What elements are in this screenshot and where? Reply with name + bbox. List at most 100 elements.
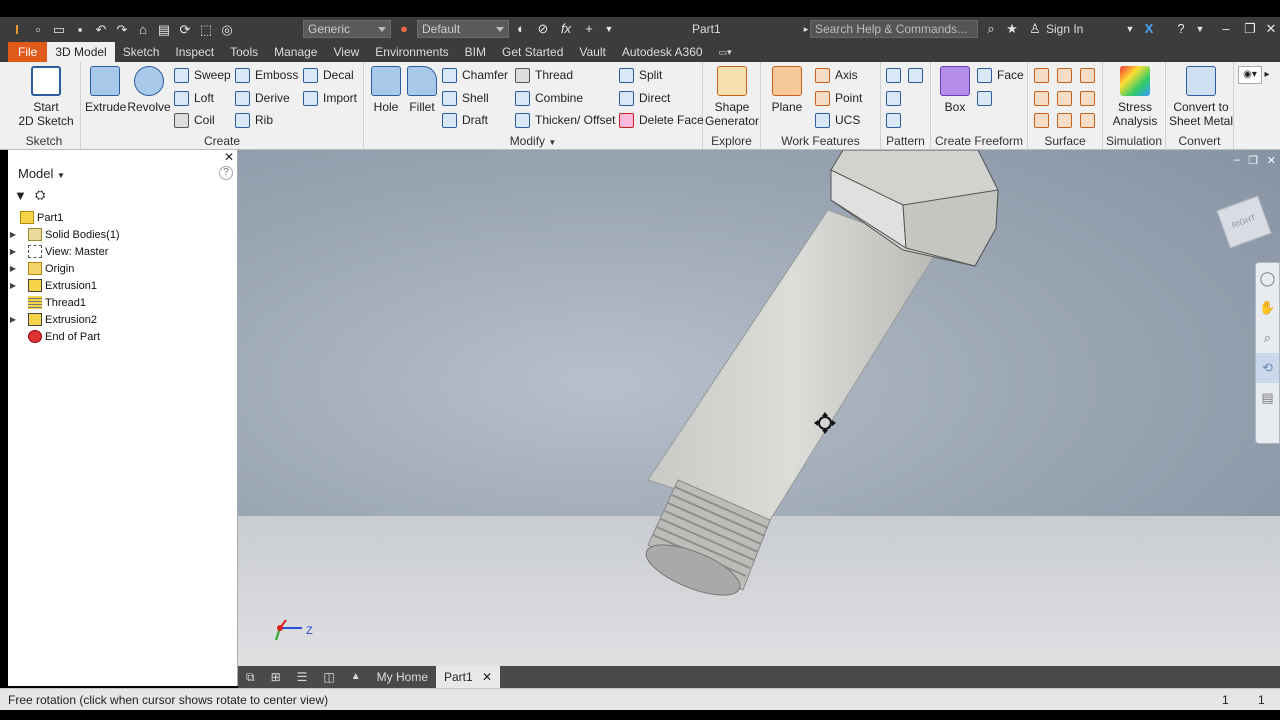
expand-arrow-icon[interactable]: ▶ [8, 230, 18, 239]
draft-button[interactable]: Draft [442, 110, 488, 130]
browser-header[interactable]: Model ▼ [18, 166, 65, 181]
customize-dropdown-icon[interactable]: ▼ [600, 20, 618, 38]
ribbon-options-icon[interactable]: ◉▾ [1238, 66, 1262, 84]
fillet-button[interactable]: Fillet [404, 66, 440, 114]
combine-button[interactable]: Combine [515, 88, 583, 108]
new-icon[interactable]: ▫ [29, 21, 47, 39]
search-help-input[interactable]: Search Help & Commands... [810, 20, 978, 38]
print-icon[interactable]: ▤ [155, 21, 173, 39]
ribbon-display-toggle-icon[interactable]: ▭▾ [711, 42, 740, 62]
circular-pattern-button[interactable] [886, 88, 906, 108]
document-list-arrow-icon[interactable]: ▲ [343, 666, 369, 688]
minimize-icon[interactable]: – [1217, 20, 1235, 38]
box-button[interactable]: Box [935, 66, 975, 114]
repair-bodies-button[interactable] [1080, 110, 1100, 130]
import-button[interactable]: Import [303, 88, 357, 108]
steering-wheel-icon[interactable]: ◯ [1256, 263, 1279, 293]
pan-hand-icon[interactable]: ✋ [1256, 293, 1279, 323]
expand-arrow-icon[interactable]: ▶ [8, 315, 18, 324]
home-icon[interactable]: ⌂ [134, 21, 152, 39]
open-icon[interactable]: ▭ [50, 21, 68, 39]
viewport-close-icon[interactable]: ✕ [1267, 154, 1276, 167]
adjust-icon[interactable]: ◐ [512, 20, 530, 38]
shape-generator-button[interactable]: Shape Generator [705, 66, 759, 128]
direct-button[interactable]: Direct [619, 88, 670, 108]
loft-button[interactable]: Loft [174, 88, 214, 108]
rectangular-pattern-button[interactable] [886, 65, 906, 85]
stress-analysis-button[interactable]: Stress Analysis [1106, 66, 1164, 128]
graphics-viewport[interactable]: Z RIGHT ◯ ✋ ⌕ ⟲ ▤ – ❐ ✕ [238, 150, 1280, 666]
tree-node-view-master[interactable]: ▶ View: Master [8, 243, 238, 260]
redo-icon[interactable]: ↷ [113, 21, 131, 39]
tile-windows-icon[interactable]: ⊞ [263, 666, 289, 688]
close-browser-icon[interactable]: ✕ [224, 150, 234, 164]
split-button[interactable]: Split [619, 65, 662, 85]
tree-node-thread1[interactable]: Thread1 [8, 294, 238, 311]
tile-vertical-icon[interactable]: ◫ [315, 666, 342, 688]
zoom-icon[interactable]: ⌕ [1256, 323, 1279, 353]
filter-icon[interactable]: ▼ [14, 188, 27, 203]
sign-in-dropdown-icon[interactable]: ▼ [1121, 20, 1139, 38]
tab-3d-model[interactable]: 3D Model [47, 42, 115, 62]
clear-appearance-icon[interactable]: ⊘ [534, 20, 552, 38]
extrude-button[interactable]: Extrude [85, 66, 126, 114]
expand-arrow-icon[interactable]: ▶ [8, 281, 18, 290]
undo-icon[interactable]: ↶ [92, 21, 110, 39]
patch-button[interactable] [1057, 65, 1077, 85]
derive-button[interactable]: Derive [235, 88, 290, 108]
close-window-icon[interactable]: ✕ [1262, 20, 1280, 38]
help-icon[interactable]: ? [219, 166, 233, 180]
tab-vault[interactable]: Vault [571, 42, 613, 62]
tree-node-extrusion1[interactable]: ▶ Extrusion1 [8, 277, 238, 294]
globe-icon[interactable]: ◎ [218, 21, 236, 39]
tab-my-home[interactable]: My Home [369, 666, 436, 688]
orbit-icon[interactable]: ⟲ [1256, 353, 1279, 383]
sculpt-button[interactable] [1034, 88, 1054, 108]
color-wheel-icon[interactable]: ● [395, 20, 413, 38]
tree-node-part1[interactable]: Part1 [8, 209, 238, 226]
tile-horizontal-icon[interactable]: ☰ [289, 666, 316, 688]
viewport-restore-icon[interactable]: ❐ [1248, 154, 1258, 167]
tab-part1[interactable]: Part1 ✕ [436, 666, 501, 688]
hole-button[interactable]: Hole [368, 66, 404, 114]
update-icon[interactable]: ⟳ [176, 21, 194, 39]
appearance-dropdown[interactable]: Generic [303, 20, 391, 38]
ruled-surface-button[interactable] [1080, 65, 1100, 85]
chamfer-button[interactable]: Chamfer [442, 65, 508, 85]
find-binoculars-icon[interactable]: ⛭ [35, 187, 45, 203]
expand-arrow-icon[interactable]: ▶ [8, 264, 18, 273]
convert-freeform-button[interactable] [977, 88, 997, 108]
material-dropdown[interactable]: Default [417, 20, 509, 38]
delete-face-button[interactable]: Delete Face [619, 110, 704, 130]
decal-button[interactable]: Decal [303, 65, 354, 85]
replace-face-button[interactable] [1057, 110, 1077, 130]
panel-modify-label[interactable]: Modify ▼ [364, 134, 702, 148]
bolt-model[interactable]: Z [238, 150, 1280, 666]
sketch-pattern-button[interactable] [886, 110, 906, 130]
tree-node-extrusion2[interactable]: ▶ Extrusion2 [8, 311, 238, 328]
tab-file[interactable]: File [8, 42, 48, 62]
sweep-button[interactable]: Sweep [174, 65, 231, 85]
bolt-shaft[interactable] [647, 209, 939, 521]
close-tab-icon[interactable]: ✕ [482, 670, 492, 684]
boundary-patch-button[interactable] [1034, 110, 1054, 130]
mirror-button[interactable] [908, 65, 928, 85]
tab-inspect[interactable]: Inspect [167, 42, 222, 62]
search-icon[interactable]: ⌕ [982, 20, 1000, 38]
viewport-minimize-icon[interactable]: – [1234, 154, 1240, 166]
help-dropdown-icon[interactable]: ▼ [1191, 20, 1209, 38]
tree-node-end-of-part[interactable]: End of Part [8, 328, 238, 345]
tab-get-started[interactable]: Get Started [494, 42, 571, 62]
tree-node-solid-bodies[interactable]: ▶ Solid Bodies(1) [8, 226, 238, 243]
face-button[interactable]: Face [977, 65, 1024, 85]
axis-button[interactable]: Axis [815, 65, 858, 85]
look-at-icon[interactable]: ▤ [1256, 383, 1279, 413]
plane-button[interactable]: Plane [765, 66, 809, 114]
favorites-star-icon[interactable]: ★ [1003, 20, 1021, 38]
tab-sketch[interactable]: Sketch [115, 42, 168, 62]
tab-autodesk-a360[interactable]: Autodesk A360 [614, 42, 711, 62]
convert-to-sheet-metal-button[interactable]: Convert to Sheet Metal [1168, 66, 1234, 128]
sign-in-link[interactable]: Sign In [1046, 22, 1083, 36]
thicken-offset-button[interactable]: Thicken/ Offset [515, 110, 615, 130]
ribbon-more-icon[interactable]: ▸ [1260, 66, 1274, 84]
